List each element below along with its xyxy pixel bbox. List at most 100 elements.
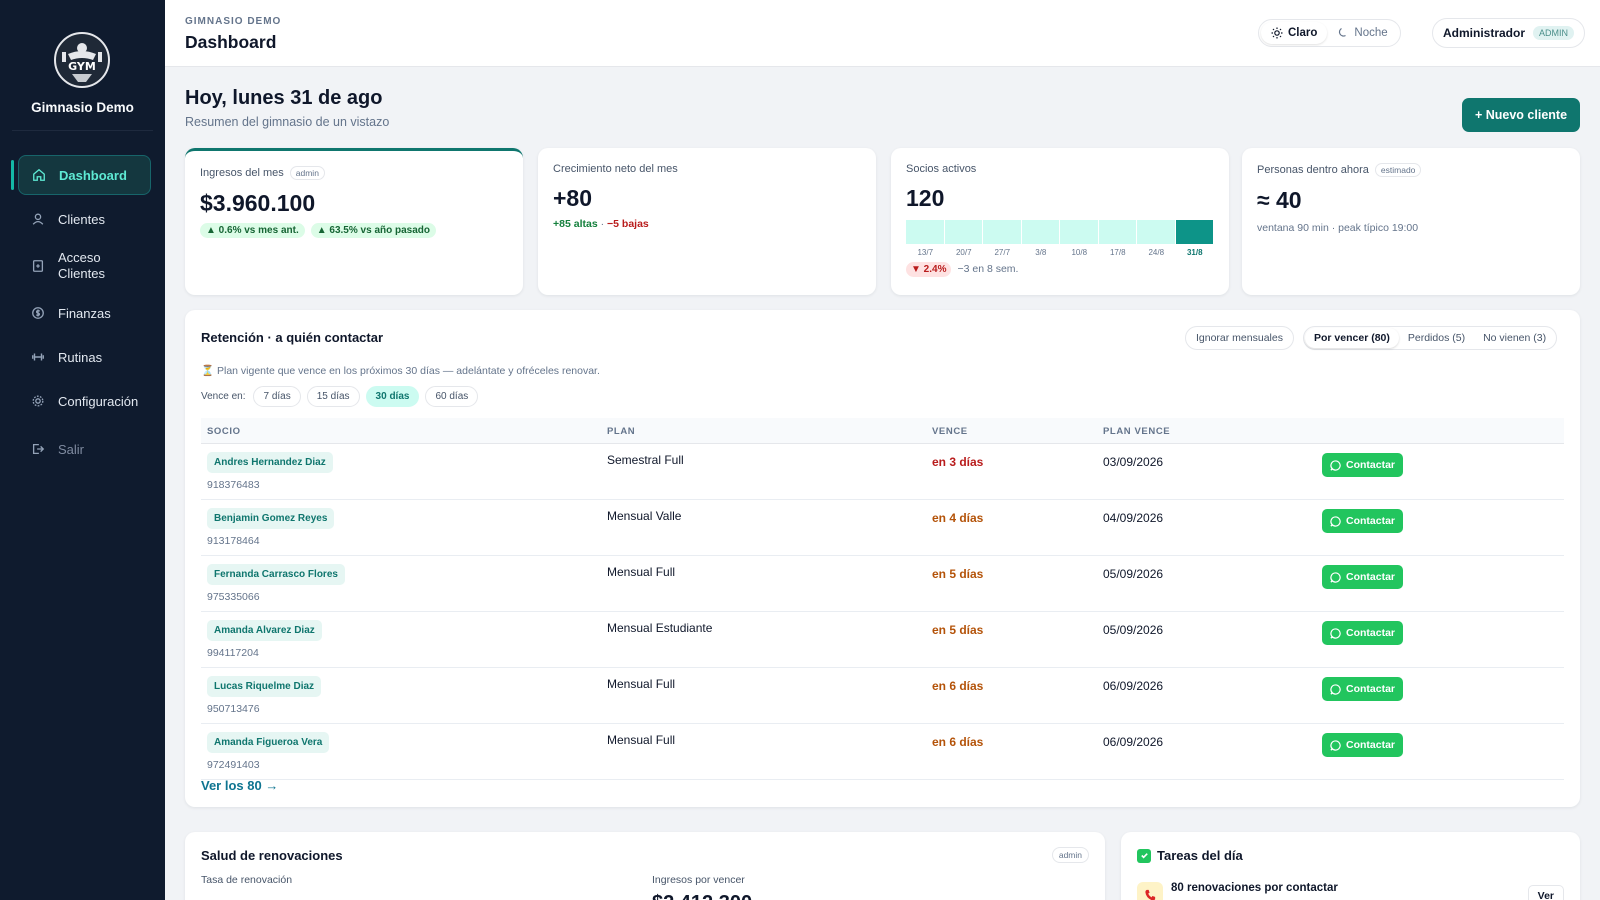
- member-phone: 975335066: [207, 591, 260, 603]
- member-name-chip[interactable]: Benjamin Gomez Reyes: [207, 508, 335, 529]
- contact-button[interactable]: Contactar: [1322, 453, 1403, 477]
- admin-badge: admin: [289, 166, 325, 180]
- expiry-date-cell: 06/09/2026: [1103, 735, 1164, 749]
- greeting-subtitle: Resumen del gimnasio de un vistazo: [185, 115, 390, 129]
- member-name-chip[interactable]: Lucas Riquelme Diaz: [207, 676, 322, 697]
- change-chip-month: ▲ 0.6% vs mes ant.: [200, 223, 305, 238]
- table-header: SOCIO PLAN VENCE PLAN VENCE: [201, 418, 1564, 444]
- week-label: 20/7: [955, 248, 972, 257]
- task-item: 80 renovaciones por contactar: [1171, 882, 1338, 894]
- contact-label: Contactar: [1345, 739, 1395, 751]
- member-name-chip[interactable]: Amanda Figueroa Vera: [207, 732, 330, 753]
- user-menu[interactable]: Administrador ADMIN: [1432, 18, 1586, 48]
- phone-icon: [1137, 882, 1163, 900]
- table-row: Benjamin Gomez Reyes 913178464 Mensual Val…: [201, 500, 1564, 556]
- contact-label: Contactar: [1345, 683, 1395, 695]
- column-plan-vence: PLAN VENCE: [1103, 426, 1171, 437]
- tab-no-vienen[interactable]: No vienen (3): [1474, 328, 1555, 348]
- weekly-bars: [906, 220, 1214, 244]
- sidebar-item-salir[interactable]: Salir: [18, 429, 151, 469]
- separator: ·: [597, 218, 608, 230]
- sidebar-item-finanzas[interactable]: Finanzas: [18, 293, 151, 333]
- table-row: Amanda Figueroa Vera 972491403 Mensual Ful…: [201, 724, 1564, 780]
- theme-light-button[interactable]: Claro: [1261, 22, 1328, 44]
- contact-button[interactable]: Contactar: [1322, 509, 1403, 533]
- contact-button[interactable]: Contactar: [1322, 677, 1403, 701]
- expires-in-cell: en 6 días: [932, 679, 984, 693]
- member-phone: 972491403: [207, 759, 260, 771]
- user-icon: [30, 211, 46, 227]
- week-bar: [1060, 220, 1098, 244]
- logout-icon: [30, 441, 46, 457]
- kpi-value: $3.960.100: [200, 190, 316, 216]
- week-bar: [1021, 220, 1059, 244]
- member-phone: 913178464: [207, 535, 260, 547]
- gym-name: Gimnasio Demo: [31, 100, 134, 115]
- expires-in-cell: en 6 días: [932, 735, 984, 749]
- kpi-value: 120: [906, 185, 945, 211]
- week-bar: [983, 220, 1021, 244]
- renewal-rate-label: Tasa de renovación: [201, 874, 293, 886]
- kpi-chips: ▲ 0.6% vs mes ant. ▲ 63.5% vs año pasado: [200, 223, 508, 238]
- expires-in-cell: en 5 días: [932, 567, 984, 581]
- whatsapp-icon: [1330, 515, 1341, 527]
- range-30-days[interactable]: 30 días: [365, 386, 420, 407]
- checkbox-icon: [1137, 848, 1151, 863]
- range-15-days[interactable]: 15 días: [306, 386, 360, 407]
- range-60-days[interactable]: 60 días: [425, 386, 479, 407]
- sidebar-item-rutinas[interactable]: Rutinas: [18, 337, 151, 377]
- sidebar-item-clientes[interactable]: Clientes: [18, 199, 151, 239]
- plan-cell: Mensual Estudiante: [607, 621, 713, 635]
- week-label: 17/8: [1109, 248, 1126, 257]
- topbar: GIMNASIO DEMO Dashboard Claro Noche Admi…: [165, 0, 1600, 67]
- theme-toggle: Claro Noche: [1258, 19, 1401, 47]
- range-7-days[interactable]: 7 días: [253, 386, 301, 407]
- column-socio: SOCIO: [207, 426, 241, 437]
- contact-button[interactable]: Contactar: [1322, 565, 1403, 589]
- new-client-button[interactable]: + Nuevo cliente: [1462, 98, 1580, 132]
- contact-label: Contactar: [1345, 459, 1395, 471]
- week-label: 27/7: [994, 248, 1011, 257]
- sidebar-item-acceso-clientes[interactable]: Acceso Clientes: [18, 243, 151, 289]
- see-all-link[interactable]: Ver los 80 →: [201, 778, 278, 793]
- admin-badge: admin: [1051, 847, 1089, 863]
- kpi-label-text: Personas dentro ahora: [1257, 164, 1369, 176]
- tab-por-vencer[interactable]: Por vencer (80): [1305, 328, 1399, 348]
- pending-income-value: $2.412.300: [652, 892, 752, 900]
- ignore-monthly-button[interactable]: Ignorar mensuales: [1185, 326, 1294, 350]
- sidebar-divider: [12, 130, 153, 131]
- table-row: Fernanda Carrasco Flores 975335066 Mensual…: [201, 556, 1564, 612]
- plan-cell: Mensual Valle: [607, 509, 682, 523]
- theme-dark-button[interactable]: Noche: [1327, 22, 1397, 44]
- tab-perdidos[interactable]: Perdidos (5): [1399, 328, 1474, 348]
- gym-logo[interactable]: GYM: [54, 32, 110, 88]
- week-label: 3/8: [1035, 248, 1047, 257]
- change-text: −3 en 8 sem.: [957, 263, 1019, 275]
- table-row: Lucas Riquelme Diaz 950713476 Mensual Full…: [201, 668, 1564, 724]
- member-name-chip[interactable]: Andres Hernandez Diaz: [207, 452, 333, 473]
- contact-button[interactable]: Contactar: [1322, 733, 1403, 757]
- range-filter: Vence en: 7 días 15 días 30 días 60 días: [201, 386, 484, 407]
- retention-note: ⏳ Plan vigente que vence en los próximos…: [201, 365, 600, 377]
- member-name-chip[interactable]: Fernanda Carrasco Flores: [207, 564, 345, 585]
- kpi-label: Personas dentro ahora estimado: [1257, 163, 1565, 177]
- contact-button[interactable]: Contactar: [1322, 621, 1403, 645]
- user-name: Administrador: [1443, 26, 1526, 40]
- expiry-date-cell: 05/09/2026: [1103, 623, 1164, 637]
- week-label-current: 31/8: [1186, 248, 1203, 257]
- whatsapp-icon: [1330, 739, 1341, 751]
- week-bar: [906, 220, 944, 244]
- altas-text: +85 altas: [553, 218, 598, 230]
- kpi-detail: ▼ 2.4% −3 en 8 sem.: [906, 262, 1214, 277]
- kpi-income-card: Ingresos del mes admin $3.960.100 ▲ 0.6%…: [185, 148, 523, 295]
- dollar-icon: [30, 305, 46, 321]
- sidebar-item-dashboard[interactable]: Dashboard: [11, 155, 151, 195]
- sidebar-item-label: Clientes: [58, 211, 105, 227]
- sidebar-item-label: Rutinas: [58, 349, 103, 365]
- sidebar-item-configuracion[interactable]: Configuración: [18, 381, 151, 421]
- column-plan: PLAN: [607, 426, 636, 437]
- renewals-title: Salud de renovaciones: [201, 848, 343, 863]
- view-task-button[interactable]: Ver: [1527, 885, 1564, 900]
- week-bar-current: [1175, 220, 1213, 244]
- member-name-chip[interactable]: Amanda Alvarez Diaz: [207, 620, 322, 641]
